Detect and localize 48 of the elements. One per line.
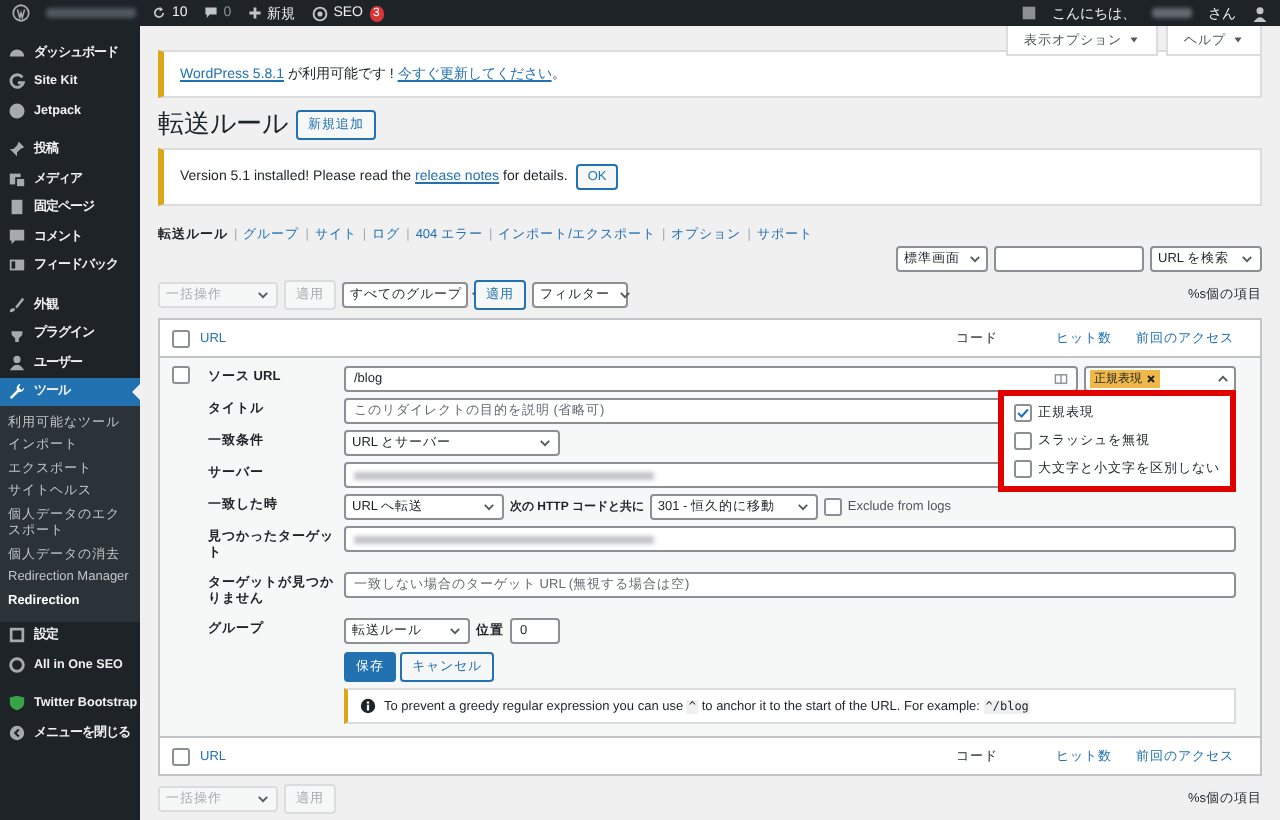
checkbox[interactable] [1014, 460, 1032, 478]
ring-icon [8, 655, 26, 674]
speech-bubble-icon [8, 227, 26, 246]
caret-icon [482, 500, 496, 514]
caret-icon [256, 288, 270, 302]
caret-icon [968, 252, 982, 266]
letter-g-icon [8, 72, 26, 91]
media-icon [8, 169, 26, 188]
caret-icon [448, 624, 462, 638]
checkbox[interactable] [172, 747, 190, 765]
checkbox[interactable] [1014, 432, 1032, 450]
user-icon [8, 353, 26, 372]
user-icon [1252, 5, 1268, 21]
wordpress-logo-icon [12, 4, 30, 22]
settings-icon [8, 626, 26, 645]
collapse-circle-icon [8, 723, 26, 742]
feedback-icon [8, 256, 26, 275]
plus-icon [247, 6, 262, 20]
site-name-blur [46, 8, 136, 18]
text-input[interactable] [344, 526, 1236, 552]
speech-bubble-icon [203, 6, 218, 20]
checkbox[interactable] [1014, 404, 1032, 422]
caret-icon [1240, 252, 1254, 266]
checkbox[interactable] [823, 498, 842, 516]
refresh-icon [152, 6, 166, 20]
checkbox[interactable] [172, 329, 190, 347]
brackets-icon [1054, 372, 1068, 386]
caret-icon [538, 436, 552, 450]
caret-up-icon [1216, 372, 1230, 386]
shield-icon [8, 694, 26, 713]
caret-icon [256, 792, 270, 806]
target-icon [311, 5, 328, 21]
pushpin-icon [8, 140, 26, 159]
pages-icon [8, 198, 26, 217]
info-icon [360, 698, 376, 714]
caret-icon [1232, 34, 1244, 46]
page-title: 転送ルール [158, 106, 288, 142]
caret-icon [618, 288, 632, 302]
check-icon [1016, 406, 1030, 420]
user-name-blur [1152, 8, 1192, 18]
checkbox[interactable] [172, 366, 190, 384]
wrench-icon [8, 382, 26, 401]
avatar-square-icon [1022, 6, 1036, 20]
search-input[interactable] [994, 246, 1144, 272]
brush-icon [8, 295, 26, 314]
caret-icon [795, 500, 810, 514]
caret-icon [1128, 34, 1140, 46]
close-icon [1146, 374, 1156, 384]
